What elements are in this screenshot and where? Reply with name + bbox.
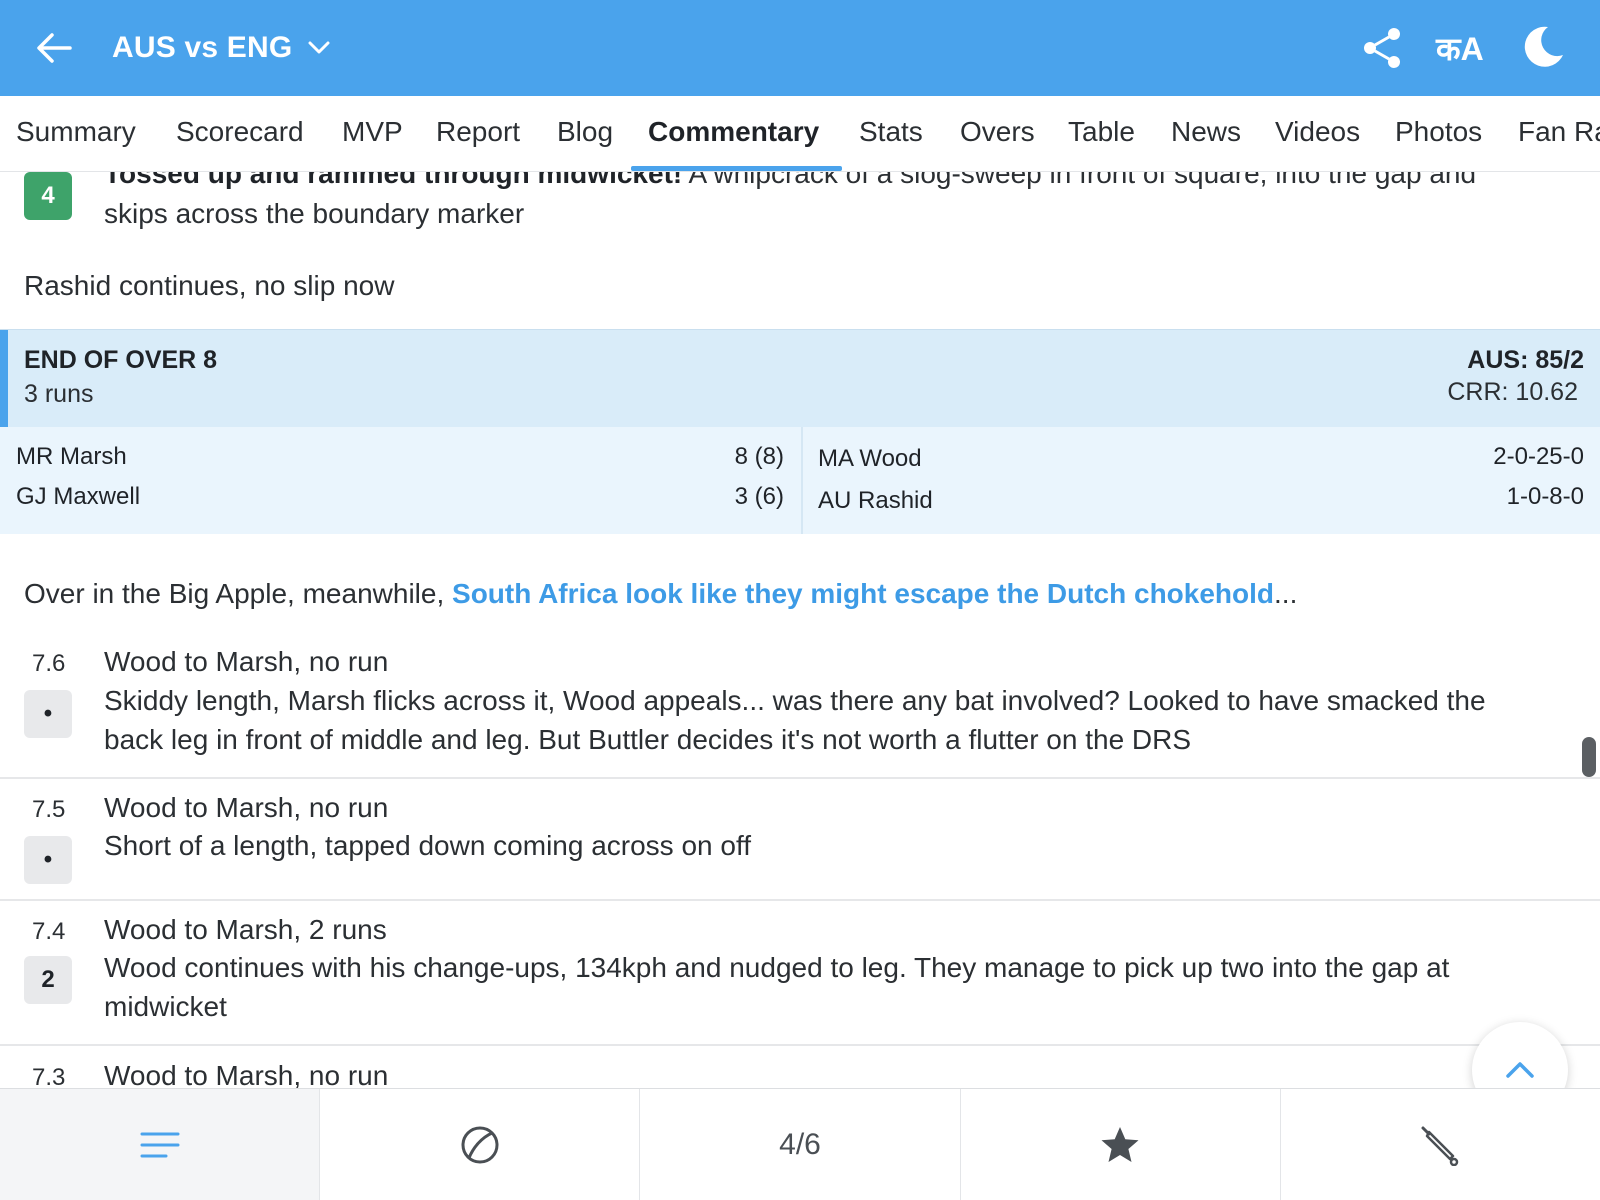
- ball-commentary-continued: back leg in front of middle and leg. But…: [104, 724, 1192, 755]
- language-icon: कA: [1436, 31, 1484, 67]
- match-title: AUS vs ENG: [112, 31, 293, 64]
- over-number: 7.6: [32, 650, 66, 677]
- tab-commentary[interactable]: Commentary: [648, 116, 819, 148]
- commentary-note: Rashid continues, no slip now: [24, 270, 395, 301]
- commentary-note: Over in the Big Apple, meanwhile, South …: [24, 578, 1298, 609]
- ball-headline: Wood to Marsh, no run: [104, 646, 389, 677]
- tab-mvp[interactable]: MVP: [342, 116, 403, 148]
- favourites-button[interactable]: [961, 1089, 1281, 1200]
- over-number: 7.3: [32, 1064, 66, 1088]
- commentary-text: Tossed up and rammed through midwicket! …: [104, 172, 1477, 189]
- cricket-bat-icon: [1421, 1126, 1459, 1166]
- over-number: 7.5: [32, 796, 66, 823]
- column-divider: [801, 427, 803, 534]
- commentary-feed[interactable]: 4 Tossed up and rammed through midwicket…: [0, 172, 1600, 1088]
- accent-bar: [0, 330, 8, 428]
- row-divider: [0, 1044, 1600, 1046]
- tab-summary[interactable]: Summary: [16, 116, 136, 148]
- batting-button[interactable]: [1281, 1089, 1600, 1200]
- tab-photos[interactable]: Photos: [1395, 116, 1482, 148]
- language-button[interactable]: कA: [1436, 26, 1484, 72]
- ball-result-badge: •: [24, 690, 72, 738]
- tab-videos[interactable]: Videos: [1275, 116, 1360, 148]
- ball-commentary-continued: midwicket: [104, 991, 227, 1022]
- ball-icon: [461, 1126, 499, 1164]
- tab-blog[interactable]: Blog: [557, 116, 613, 148]
- current-run-rate: CRR: 10.62: [1447, 378, 1578, 406]
- bowler-stat: 1-0-8-0: [1506, 483, 1584, 510]
- batter-name: MR Marsh: [16, 443, 127, 470]
- team-score: AUS: 85/2: [1467, 346, 1584, 374]
- bowler-name: AU Rashid: [818, 487, 933, 514]
- tab-bar: Summary Scorecard MVP Report Blog Commen…: [0, 96, 1600, 172]
- batter-stat: 8 (8): [734, 443, 784, 470]
- ball-result-badge: •: [24, 836, 72, 884]
- ball-headline: Wood to Marsh, no run: [104, 1060, 389, 1088]
- end-of-over-summary: END OF OVER 8 3 runs AUS: 85/2 CRR: 10.6…: [0, 329, 1600, 428]
- back-arrow-icon: [37, 33, 72, 63]
- share-icon: [1364, 28, 1400, 68]
- star-icon: [1101, 1127, 1139, 1162]
- end-of-over-title: END OF OVER 8: [24, 346, 218, 374]
- batter-name: GJ Maxwell: [16, 483, 141, 510]
- row-divider: [0, 899, 1600, 901]
- live-ball-button[interactable]: [320, 1089, 641, 1200]
- ball-headline: Wood to Marsh, no run: [104, 792, 389, 823]
- share-button[interactable]: [1360, 25, 1406, 71]
- ball-commentary: Wood continues with his change-ups, 134k…: [104, 952, 1450, 983]
- over-number: 7.4: [32, 918, 66, 945]
- menu-lines-icon: [140, 1132, 180, 1158]
- ball-result-badge: 4: [24, 172, 72, 220]
- bottom-navigation: 4/6: [0, 1088, 1600, 1200]
- moon-icon: [1524, 26, 1563, 67]
- batter-stat: 3 (6): [734, 483, 784, 510]
- commentary-view-button[interactable]: [0, 1089, 321, 1200]
- commentary-text-continued: skips across the boundary marker: [104, 198, 525, 229]
- active-tab-indicator: [631, 166, 842, 171]
- scroll-to-top-button[interactable]: [1472, 1022, 1568, 1088]
- tab-stats[interactable]: Stats: [859, 116, 923, 148]
- scrollbar-thumb[interactable]: [1582, 737, 1596, 777]
- tab-fan-ratings[interactable]: Fan Ra: [1518, 116, 1600, 148]
- over-runs: 3 runs: [24, 380, 94, 408]
- ball-result-badge: 2: [24, 956, 72, 1004]
- ball-headline: Wood to Marsh, 2 runs: [104, 914, 387, 945]
- chevron-up-icon: [1506, 1062, 1534, 1078]
- tab-scorecard[interactable]: Scorecard: [176, 116, 304, 148]
- match-selector[interactable]: AUS vs ENG: [112, 28, 330, 68]
- page-indicator-text: 4/6: [779, 1128, 821, 1161]
- ball-commentary: Short of a length, tapped down coming ac…: [104, 830, 752, 861]
- page-indicator[interactable]: 4/6: [640, 1089, 961, 1200]
- tab-news[interactable]: News: [1171, 116, 1241, 148]
- chevron-down-icon: [308, 41, 330, 54]
- back-button[interactable]: [30, 24, 80, 74]
- dark-mode-toggle[interactable]: [1518, 22, 1568, 72]
- top-app-bar: AUS vs ENG कA: [0, 0, 1600, 96]
- tab-overs[interactable]: Overs: [960, 116, 1035, 148]
- ball-commentary: Skiddy length, Marsh flicks across it, W…: [104, 685, 1486, 716]
- row-divider: [0, 777, 1600, 779]
- over-players-summary: MR Marsh 8 (8) GJ Maxwell 3 (6) MA Wood …: [0, 427, 1600, 534]
- article-link[interactable]: South Africa look like they might escape…: [452, 578, 1274, 609]
- tab-report[interactable]: Report: [436, 116, 520, 148]
- bowler-name: MA Wood: [818, 445, 922, 472]
- tab-table[interactable]: Table: [1068, 116, 1135, 148]
- bowler-stat: 2-0-25-0: [1493, 443, 1584, 470]
